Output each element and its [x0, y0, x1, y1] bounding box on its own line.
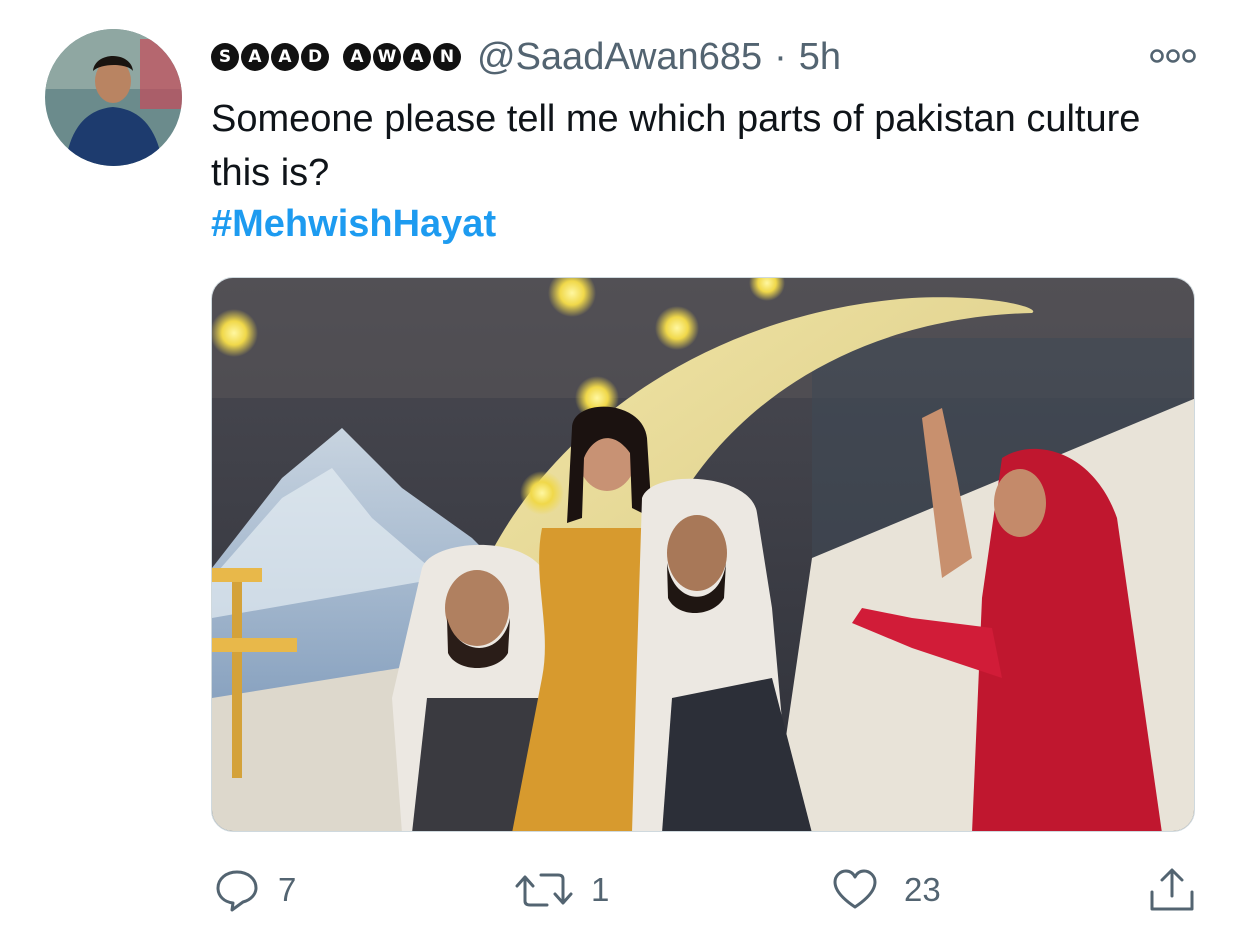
name-letter: A: [343, 43, 371, 71]
name-letter: A: [241, 43, 269, 71]
avatar[interactable]: [45, 29, 182, 166]
tweet-header: S A A D A W A N @SaadAwan685 · 5h: [211, 34, 841, 80]
reply-button[interactable]: 7: [214, 862, 296, 918]
author-handle[interactable]: @SaadAwan685: [477, 36, 762, 79]
author-name-word: A W A N: [343, 43, 461, 71]
tweet-text: Someone please tell me which parts of pa…: [211, 98, 1141, 194]
avatar-image: [45, 29, 182, 166]
media-image: [212, 278, 1194, 831]
share-button[interactable]: [1148, 862, 1196, 918]
author-name-word: S A A D: [211, 43, 329, 71]
more-options-icon: [1150, 49, 1196, 63]
tweet-media[interactable]: [211, 277, 1195, 832]
name-letter: S: [211, 43, 239, 71]
name-letter: A: [403, 43, 431, 71]
like-button[interactable]: 23: [832, 862, 941, 918]
reply-count: 7: [278, 871, 297, 908]
hashtag-link[interactable]: #MehwishHayat: [211, 197, 496, 251]
name-letter: W: [373, 43, 401, 71]
retweet-button[interactable]: 1: [515, 862, 609, 918]
name-letter: A: [271, 43, 299, 71]
more-options-button[interactable]: [1149, 44, 1197, 68]
retweet-count: 1: [591, 871, 610, 908]
name-letter: N: [433, 43, 461, 71]
name-letter: D: [301, 43, 329, 71]
heart-icon: [832, 867, 878, 913]
like-count: 23: [904, 871, 941, 908]
author-name[interactable]: S A A D A W A N: [211, 43, 461, 71]
tweet-timestamp[interactable]: 5h: [799, 36, 841, 79]
retweet-icon: [515, 867, 573, 913]
separator-dot: ·: [774, 35, 787, 78]
reply-icon: [214, 867, 260, 913]
share-icon: [1148, 866, 1196, 914]
